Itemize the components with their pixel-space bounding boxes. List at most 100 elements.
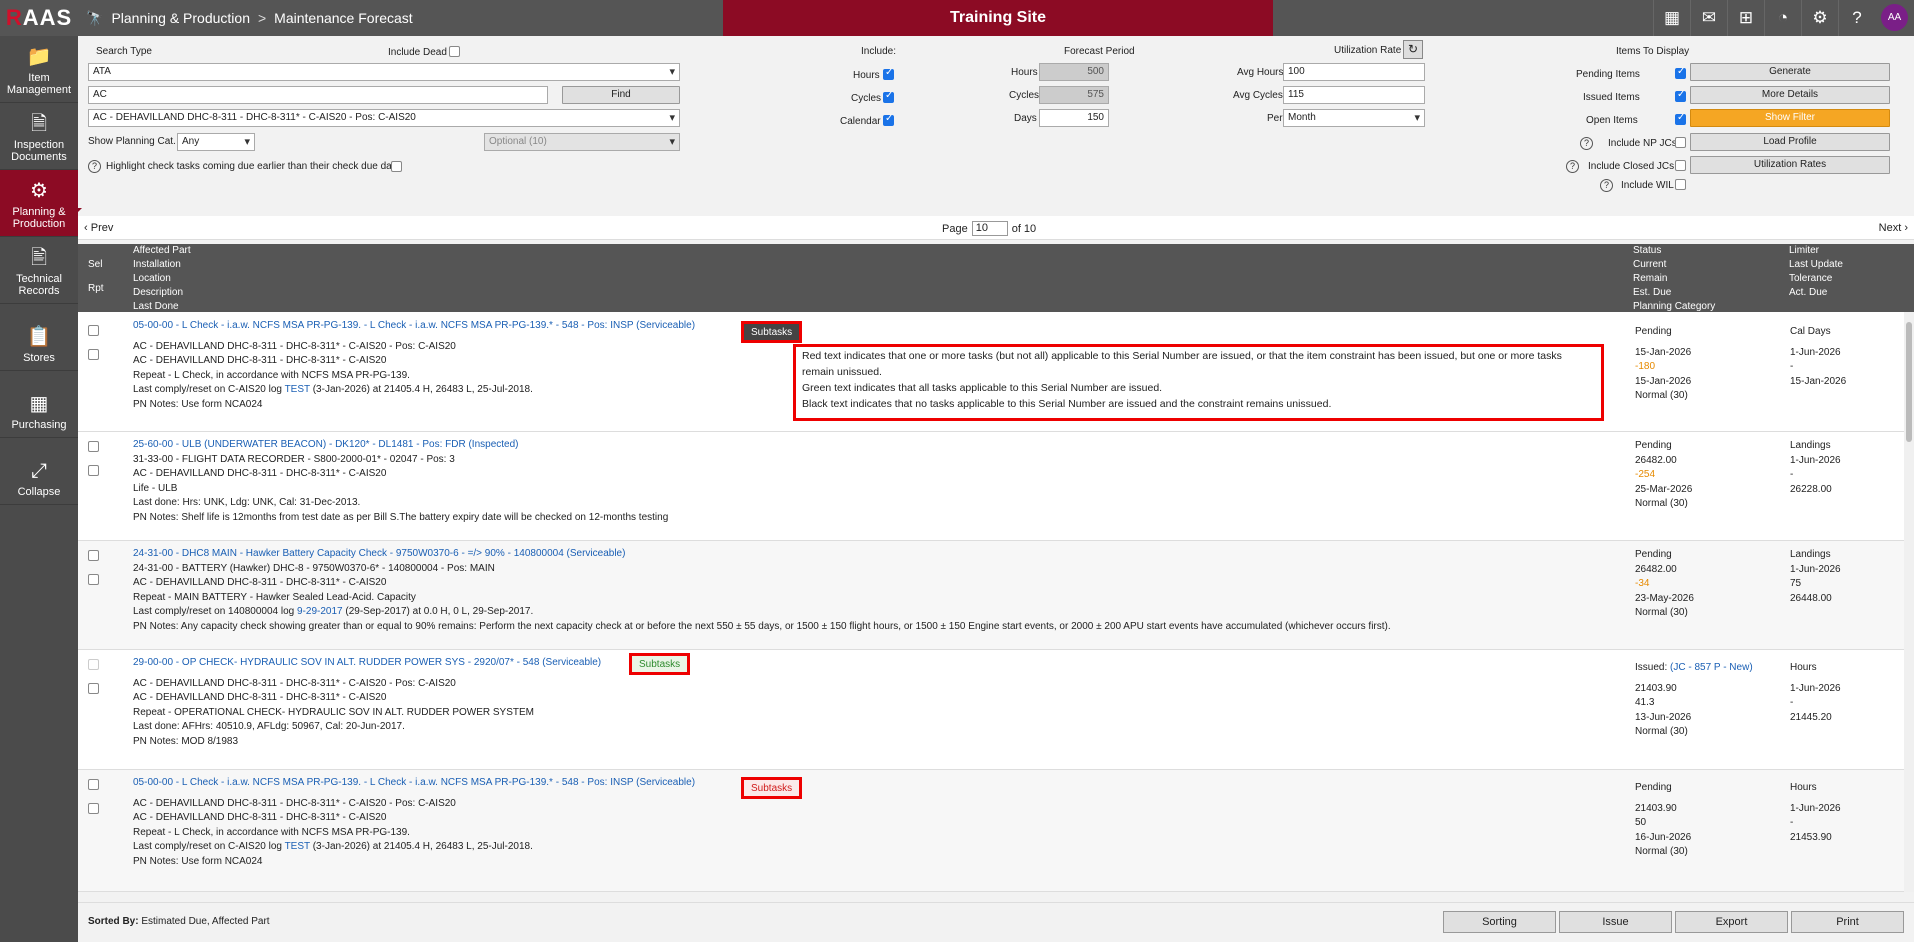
cycles-checkbox[interactable] xyxy=(883,90,894,103)
breadcrumb: 🔭 Planning & Production > Maintenance Fo… xyxy=(86,0,413,36)
show-filter-button[interactable]: Show Filter xyxy=(1690,109,1890,127)
open-items-checkbox[interactable] xyxy=(1675,112,1686,125)
aircraft-select[interactable]: AC - DEHAVILLAND DHC-8-311 - DHC-8-311* … xyxy=(88,109,680,127)
scrollbar-thumb[interactable] xyxy=(1906,322,1912,442)
highlight-checkbox[interactable] xyxy=(391,161,402,172)
select-checkbox[interactable] xyxy=(88,779,99,790)
refresh-icon[interactable]: ↻ xyxy=(1403,40,1423,59)
prev-button[interactable]: ‹ Prev xyxy=(84,222,113,234)
include-np-jcs-checkbox[interactable] xyxy=(1675,137,1686,148)
sidebar-item-collapse[interactable]: ⤢ Collapse xyxy=(0,438,78,505)
sorting-button[interactable]: Sorting xyxy=(1443,911,1556,933)
table-row[interactable]: 24-31-00 - DHC8 MAIN - Hawker Battery Ca… xyxy=(78,541,1904,650)
include-wil-label: Include WIL xyxy=(1621,180,1674,191)
binoculars-icon[interactable]: 🔭 xyxy=(86,10,103,27)
sidebar-item-planning-production[interactable]: ⚙ Planning & Production xyxy=(0,170,86,237)
top-bar: R AAS 🔭 Planning & Production > Maintenan… xyxy=(0,0,1914,36)
chat-icon[interactable]: ✉ xyxy=(1690,0,1727,36)
job-card-link[interactable]: (JC - 857 P - New) xyxy=(1670,662,1753,673)
pending-items-checkbox[interactable] xyxy=(1675,66,1686,79)
help-icon[interactable]: ? xyxy=(88,160,101,173)
select-checkbox[interactable] xyxy=(88,325,99,336)
next-button[interactable]: Next › xyxy=(1879,222,1908,234)
repeat-checkbox[interactable] xyxy=(88,803,99,814)
help-icon[interactable]: ? xyxy=(1838,0,1875,36)
filter-panel: Search Type Include Dead ATA AC Find AC … xyxy=(78,36,1914,208)
include-dead-checkbox[interactable] xyxy=(449,46,460,57)
sidebar-item-purchasing[interactable]: ▦ Purchasing xyxy=(0,371,78,438)
sidebar-item-technical-records[interactable]: 🖹 Technical Records xyxy=(0,237,78,304)
log-link[interactable]: TEST xyxy=(285,841,310,852)
find-button[interactable]: Find xyxy=(562,86,680,104)
page-input[interactable]: 10 xyxy=(971,221,1008,236)
avg-cycles-input[interactable]: 115 xyxy=(1283,86,1425,104)
subtasks-button[interactable]: Subtasks xyxy=(741,777,803,799)
settings-icon[interactable]: ⚙ xyxy=(1801,0,1838,36)
optional-select: Optional (10) xyxy=(484,133,680,151)
sidebar-item-stores[interactable]: 📋 Stores xyxy=(0,304,78,371)
chart-icon[interactable]: ◔ xyxy=(1764,0,1801,36)
avg-hours-input[interactable]: 100 xyxy=(1283,63,1425,81)
contacts-icon[interactable]: ▦ xyxy=(1653,0,1690,36)
sidebar-item-inspection-documents[interactable]: 🗎 Inspection Documents xyxy=(0,103,78,170)
print-button[interactable]: Print xyxy=(1791,911,1904,933)
sidebar: 📁 Item Management 🗎 Inspection Documents ⚙… xyxy=(0,36,86,942)
search-input[interactable]: AC xyxy=(88,86,548,104)
breadcrumb-section[interactable]: Planning & Production xyxy=(111,10,250,26)
include-wil-checkbox[interactable] xyxy=(1675,179,1686,190)
include-closed-jcs-checkbox[interactable] xyxy=(1675,160,1686,171)
more-details-button[interactable]: More Details xyxy=(1690,86,1890,104)
row-title[interactable]: 25-60-00 - ULB (UNDERWATER BEACON) - DK1… xyxy=(133,438,668,453)
subtasks-button[interactable]: Subtasks xyxy=(629,653,691,675)
issued-items-checkbox[interactable] xyxy=(1675,89,1686,102)
load-profile-button[interactable]: Load Profile xyxy=(1690,133,1890,151)
repeat-checkbox[interactable] xyxy=(88,465,99,476)
fp-cycles-field: 575 xyxy=(1039,86,1109,104)
help-icon[interactable]: ? xyxy=(1580,137,1593,150)
fp-hours-field: 500 xyxy=(1039,63,1109,81)
table-row[interactable]: 29-00-00 - OP CHECK- HYDRAULIC SOV IN AL… xyxy=(78,650,1904,770)
row-title[interactable]: 24-31-00 - DHC8 MAIN - Hawker Battery Ca… xyxy=(133,547,1391,562)
log-link[interactable]: 9-29-2017 xyxy=(297,606,343,617)
workflow-icon: ⚙ xyxy=(30,180,48,202)
generate-button[interactable]: Generate xyxy=(1690,63,1890,81)
avg-cycles-label: Avg Cycles xyxy=(1233,90,1283,101)
help-icon[interactable]: ? xyxy=(1600,179,1613,192)
sidebar-item-item-management[interactable]: 📁 Item Management xyxy=(0,36,78,103)
utilization-rates-button[interactable]: Utilization Rates xyxy=(1690,156,1890,174)
per-label: Per xyxy=(1267,113,1283,124)
table-row[interactable]: 05-00-00 - L Check - i.a.w. NCFS MSA PR-… xyxy=(78,770,1904,892)
subtasks-button[interactable]: Subtasks xyxy=(741,321,803,343)
repeat-checkbox[interactable] xyxy=(88,683,99,694)
fp-days-field[interactable]: 150 xyxy=(1039,109,1109,127)
include-label: Include: xyxy=(861,46,897,57)
search-type-select[interactable]: ATA xyxy=(88,63,680,81)
search-type-label: Search Type xyxy=(96,46,152,57)
log-link[interactable]: TEST xyxy=(285,384,310,395)
select-checkbox[interactable] xyxy=(88,441,99,452)
repeat-checkbox[interactable] xyxy=(88,574,99,585)
sorted-by-value: Estimated Due, Affected Part xyxy=(141,916,270,927)
include-closed-jcs-label: Include Closed JCs xyxy=(1588,161,1675,172)
planning-cat-select[interactable]: Any xyxy=(177,133,255,151)
avatar[interactable]: AA xyxy=(1881,4,1908,31)
avg-hours-label: Avg Hours xyxy=(1237,67,1284,78)
add-icon[interactable]: ⊞ xyxy=(1727,0,1764,36)
help-icon[interactable]: ? xyxy=(1566,160,1579,173)
cycles-label: Cycles xyxy=(851,93,882,104)
select-checkbox[interactable] xyxy=(88,550,99,561)
page-label: Page xyxy=(942,222,968,235)
row-title[interactable]: 05-00-00 - L Check - i.a.w. NCFS MSA PR-… xyxy=(133,319,695,334)
fp-days-label: Days xyxy=(1014,113,1037,124)
table-row[interactable]: 25-60-00 - ULB (UNDERWATER BEACON) - DK1… xyxy=(78,432,1904,541)
repeat-checkbox[interactable] xyxy=(88,349,99,360)
hours-checkbox[interactable] xyxy=(883,67,894,80)
export-button[interactable]: Export xyxy=(1675,911,1788,933)
issue-button[interactable]: Issue xyxy=(1559,911,1672,933)
raas-logo[interactable]: R AAS xyxy=(0,0,78,36)
per-select[interactable]: Month xyxy=(1283,109,1425,127)
calendar-checkbox[interactable] xyxy=(883,113,894,126)
row-title[interactable]: 05-00-00 - L Check - i.a.w. NCFS MSA PR-… xyxy=(133,776,695,791)
vertical-scrollbar[interactable] xyxy=(1904,312,1914,892)
row-title[interactable]: 29-00-00 - OP CHECK- HYDRAULIC SOV IN AL… xyxy=(133,656,601,671)
